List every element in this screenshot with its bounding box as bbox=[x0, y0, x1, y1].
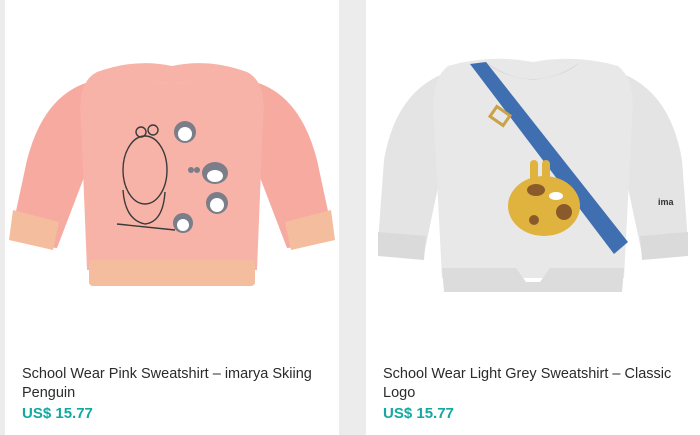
product-price: US$ 15.77 bbox=[383, 405, 454, 422]
product-card[interactable]: ima School Wear Light Grey Sweatshirt – … bbox=[366, 0, 700, 435]
product-title[interactable]: School Wear Light Grey Sweatshirt – Clas… bbox=[383, 365, 683, 403]
product-title[interactable]: School Wear Pink Sweatshirt – imarya Ski… bbox=[22, 365, 322, 403]
brand-logo: ima bbox=[658, 197, 675, 207]
product-price: US$ 15.77 bbox=[22, 405, 93, 422]
product-image-pink-sweatshirt[interactable] bbox=[5, 10, 339, 340]
product-card[interactable]: School Wear Pink Sweatshirt – imarya Ski… bbox=[5, 0, 339, 435]
product-image-grey-sweatshirt[interactable]: ima bbox=[366, 10, 700, 340]
